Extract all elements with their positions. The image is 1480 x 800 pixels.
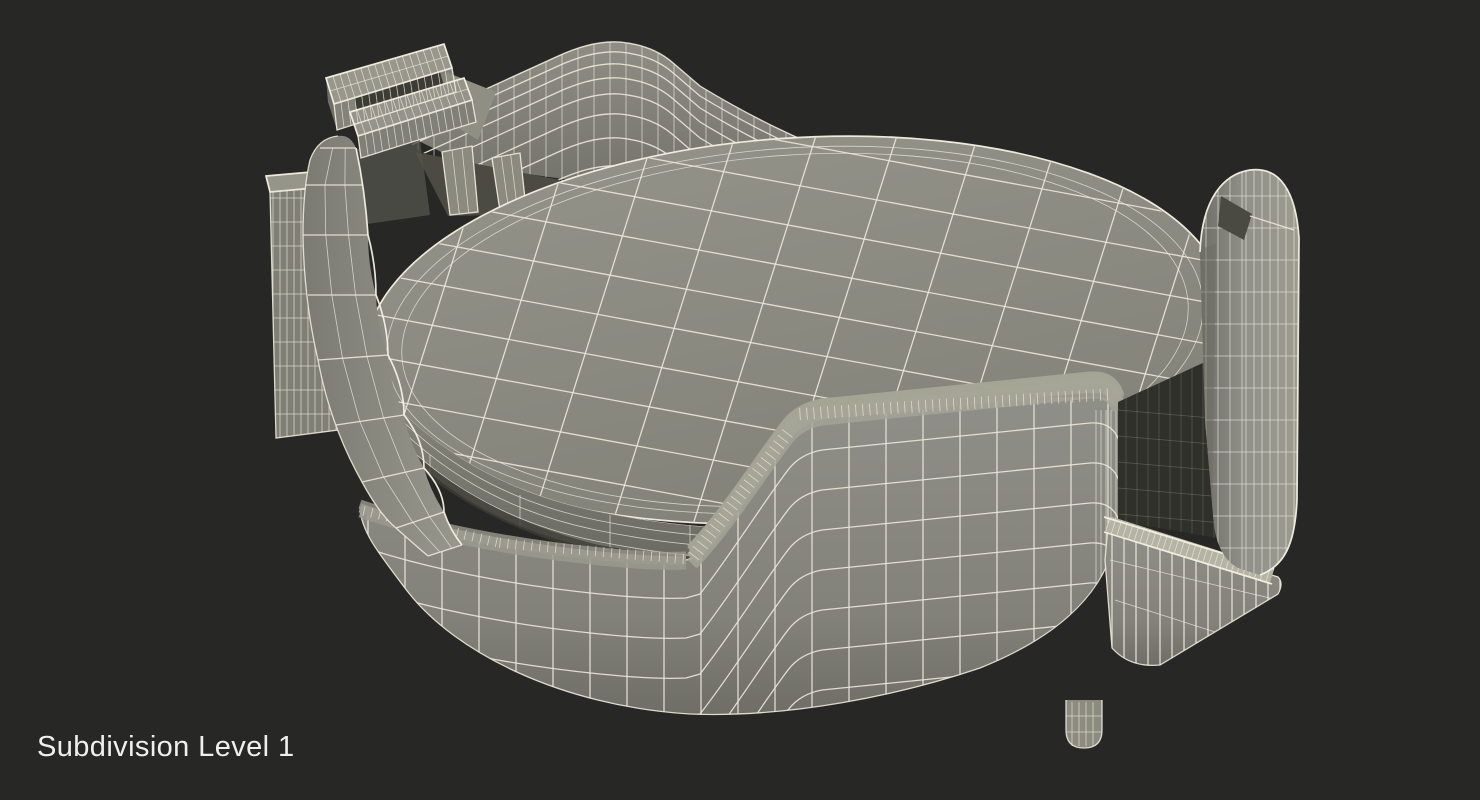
wireframe-render: [0, 0, 1480, 800]
viewer-canvas: Subdivision Level 1: [0, 0, 1480, 800]
subdivision-caption: Subdivision Level 1: [37, 731, 295, 763]
foot-peg: [1065, 700, 1103, 749]
right-post-clip: [1199, 168, 1300, 576]
